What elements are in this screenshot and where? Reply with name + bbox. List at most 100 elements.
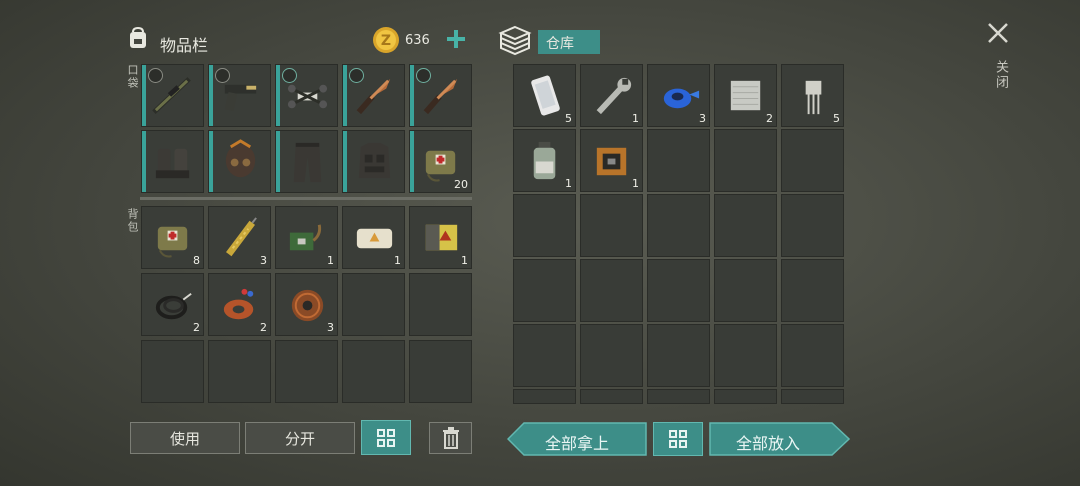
sort-storage-button[interactable] <box>653 422 703 456</box>
smartphone-icon <box>531 75 560 116</box>
empty-slot[interactable] <box>647 324 710 387</box>
empty-slot[interactable] <box>513 194 576 257</box>
storage-title: 仓库 <box>546 36 574 52</box>
empty-slot[interactable] <box>714 389 777 404</box>
inventory-slot[interactable]: 3 <box>647 64 710 127</box>
grid-icon <box>669 430 687 448</box>
pistol-icon <box>224 84 257 112</box>
empty-slot[interactable] <box>342 273 405 336</box>
sniper-rifle-icon <box>152 77 191 114</box>
item-count: 2 <box>766 112 773 125</box>
inventory-slot[interactable]: 1 <box>580 129 643 192</box>
item-count: 1 <box>565 177 572 190</box>
inventory-slot[interactable]: 5 <box>781 64 844 127</box>
storage-icon <box>498 24 532 56</box>
syringe-icon <box>226 217 257 257</box>
inventory-slot[interactable] <box>342 130 405 193</box>
knife-icon <box>356 78 391 115</box>
empty-slot[interactable] <box>714 194 777 257</box>
empty-slot[interactable] <box>208 340 271 403</box>
put-all-button[interactable]: 全部放入 <box>709 422 850 456</box>
inventory-slot[interactable]: 2 <box>141 273 204 336</box>
inventory-slot[interactable] <box>141 64 204 127</box>
cable-icon <box>155 292 192 320</box>
copper-coil-icon <box>223 288 254 320</box>
boots-icon <box>155 148 190 179</box>
tape-roll-icon <box>663 88 700 109</box>
inventory-slot[interactable] <box>141 130 204 193</box>
section-divider <box>140 197 472 200</box>
empty-slot[interactable] <box>714 259 777 322</box>
foil-sheet-icon <box>730 80 761 111</box>
inventory-slot[interactable] <box>342 64 405 127</box>
empty-slot[interactable] <box>580 259 643 322</box>
knife-icon <box>423 78 458 115</box>
empty-slot[interactable] <box>513 324 576 387</box>
add-coins-button[interactable] <box>445 28 467 50</box>
empty-slot[interactable] <box>580 389 643 404</box>
coin-count: 636 <box>405 33 430 48</box>
inventory-slot[interactable]: 1 <box>409 206 472 269</box>
inventory-slot[interactable]: 2 <box>714 64 777 127</box>
equipped-indicator <box>209 65 213 126</box>
empty-slot[interactable] <box>647 194 710 257</box>
close-icon <box>988 23 1008 43</box>
empty-slot[interactable] <box>409 273 472 336</box>
close-button[interactable]: 关闭 <box>985 20 1013 100</box>
inventory-slot[interactable]: 3 <box>275 273 338 336</box>
inventory-slot[interactable] <box>275 130 338 193</box>
inventory-slot[interactable]: 3 <box>208 206 271 269</box>
inventory-slot[interactable]: 5 <box>513 64 576 127</box>
inventory-slot[interactable]: 1 <box>342 206 405 269</box>
equipped-indicator <box>343 65 347 126</box>
inventory-slot[interactable] <box>208 64 271 127</box>
pockets-label: 口袋 <box>126 64 139 90</box>
empty-slot[interactable] <box>513 259 576 322</box>
inventory-slot[interactable]: 1 <box>513 129 576 192</box>
empty-slot[interactable] <box>342 340 405 403</box>
item-count: 3 <box>699 112 706 125</box>
item-count: 1 <box>632 177 639 190</box>
split-button[interactable]: 分开 <box>245 422 355 454</box>
equipped-indicator <box>410 131 414 192</box>
empty-slot[interactable] <box>141 340 204 403</box>
empty-slot[interactable] <box>275 340 338 403</box>
empty-slot[interactable] <box>647 129 710 192</box>
sort-inventory-button[interactable] <box>361 420 411 455</box>
inventory-slot[interactable]: 1 <box>275 206 338 269</box>
trash-button[interactable] <box>429 422 472 454</box>
empty-slot[interactable] <box>647 259 710 322</box>
empty-slot[interactable] <box>714 324 777 387</box>
inventory-slot[interactable]: 2 <box>208 273 271 336</box>
empty-slot[interactable] <box>781 324 844 387</box>
empty-slot[interactable] <box>409 340 472 403</box>
svg-text:Z: Z <box>381 33 391 49</box>
empty-slot[interactable] <box>781 194 844 257</box>
backpack-label: 背包 <box>126 208 139 234</box>
empty-slot[interactable] <box>781 389 844 404</box>
equipped-indicator <box>343 131 347 192</box>
empty-slot[interactable] <box>647 389 710 404</box>
wire-spool-icon <box>291 289 324 322</box>
take-all-button[interactable]: 全部拿上 <box>507 422 647 456</box>
empty-slot[interactable] <box>781 259 844 322</box>
inventory-slot[interactable]: 1 <box>580 64 643 127</box>
storage-title-tab[interactable]: 仓库 <box>538 30 600 54</box>
empty-slot[interactable] <box>513 389 576 404</box>
inventory-slot[interactable] <box>208 130 271 193</box>
put-all-label: 全部放入 <box>736 434 801 453</box>
inventory-slot[interactable] <box>275 64 338 127</box>
inventory-slot[interactable]: 8 <box>141 206 204 269</box>
inventory-slot[interactable]: 20 <box>409 130 472 193</box>
use-button[interactable]: 使用 <box>130 422 240 454</box>
empty-slot[interactable] <box>714 129 777 192</box>
item-count: 1 <box>327 254 334 267</box>
helmet-icon <box>225 139 256 178</box>
empty-slot[interactable] <box>580 194 643 257</box>
bandage-pack-icon <box>356 228 393 249</box>
circuit-board-icon <box>289 224 322 251</box>
inventory-slot[interactable] <box>409 64 472 127</box>
empty-slot[interactable] <box>781 129 844 192</box>
wrench-icon <box>596 77 632 115</box>
empty-slot[interactable] <box>580 324 643 387</box>
